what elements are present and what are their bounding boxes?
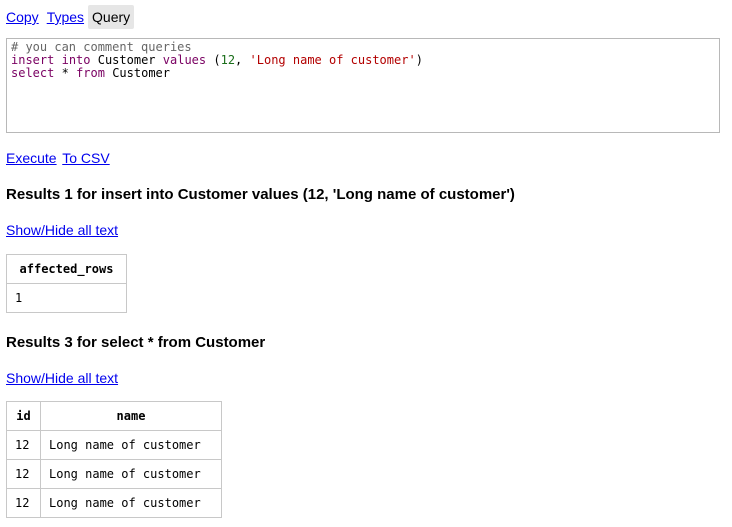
table-header-row: affected_rows — [6, 254, 127, 284]
result-table-1: affected_rows 1 — [6, 254, 127, 313]
table-cell-name: Long name of customer — [40, 459, 222, 489]
column-header-affected-rows: affected_rows — [6, 254, 127, 284]
table-cell-id: 12 — [6, 430, 41, 460]
table-row: 12 Long name of customer — [6, 488, 222, 518]
editor-star: * — [61, 66, 69, 80]
table-cell-id: 12 — [6, 459, 41, 489]
editor-number: 12 — [220, 53, 236, 67]
editor-string: 'Long name of customer' — [249, 53, 416, 67]
column-header-id: id — [6, 401, 41, 431]
table-cell-id: 12 — [6, 488, 41, 518]
tab-copy[interactable]: Copy — [6, 5, 39, 29]
to-csv-link[interactable]: To CSV — [62, 150, 109, 166]
keyword-from: from — [76, 66, 105, 80]
column-header-name: name — [40, 401, 222, 431]
table-cell: 1 — [6, 283, 127, 313]
keyword-insert: insert — [11, 53, 55, 67]
result-title-1: Results 1 for insert into Customer value… — [6, 186, 515, 203]
tab-bar: Copy Types Query — [6, 5, 142, 29]
keyword-values: values — [162, 53, 207, 67]
table-row: 12 Long name of customer — [6, 430, 222, 460]
show-hide-text-link-2[interactable]: Show/Hide all text — [6, 370, 118, 386]
editor-table-name: Customer — [97, 53, 156, 67]
query-editor[interactable]: # you can comment queries insert into Cu… — [6, 38, 720, 133]
editor-close-paren: ) — [415, 53, 423, 67]
table-cell-name: Long name of customer — [40, 430, 222, 460]
keyword-select: select — [11, 66, 55, 80]
result-title-2: Results 3 for select * from Customer — [6, 334, 266, 351]
keyword-into: into — [61, 53, 91, 67]
editor-table-name-2: Customer — [112, 66, 170, 80]
table-row: 12 Long name of customer — [6, 459, 222, 489]
show-hide-text-link-1[interactable]: Show/Hide all text — [6, 222, 118, 238]
table-cell-name: Long name of customer — [40, 488, 222, 518]
query-page: Copy Types Query # you can comment queri… — [0, 0, 732, 527]
table-row: 1 — [6, 283, 127, 313]
tab-types[interactable]: Types — [47, 5, 84, 29]
result-table-2: id name 12 Long name of customer 12 Long… — [6, 401, 222, 518]
editor-comma: , — [235, 53, 243, 67]
editor-comment: # you can comment queries — [11, 40, 192, 54]
execute-link[interactable]: Execute — [6, 150, 57, 166]
editor-open-paren: ( — [213, 53, 221, 67]
query-actions: Execute To CSV — [6, 150, 112, 166]
tab-query[interactable]: Query — [88, 5, 135, 29]
table-header-row: id name — [6, 401, 222, 431]
